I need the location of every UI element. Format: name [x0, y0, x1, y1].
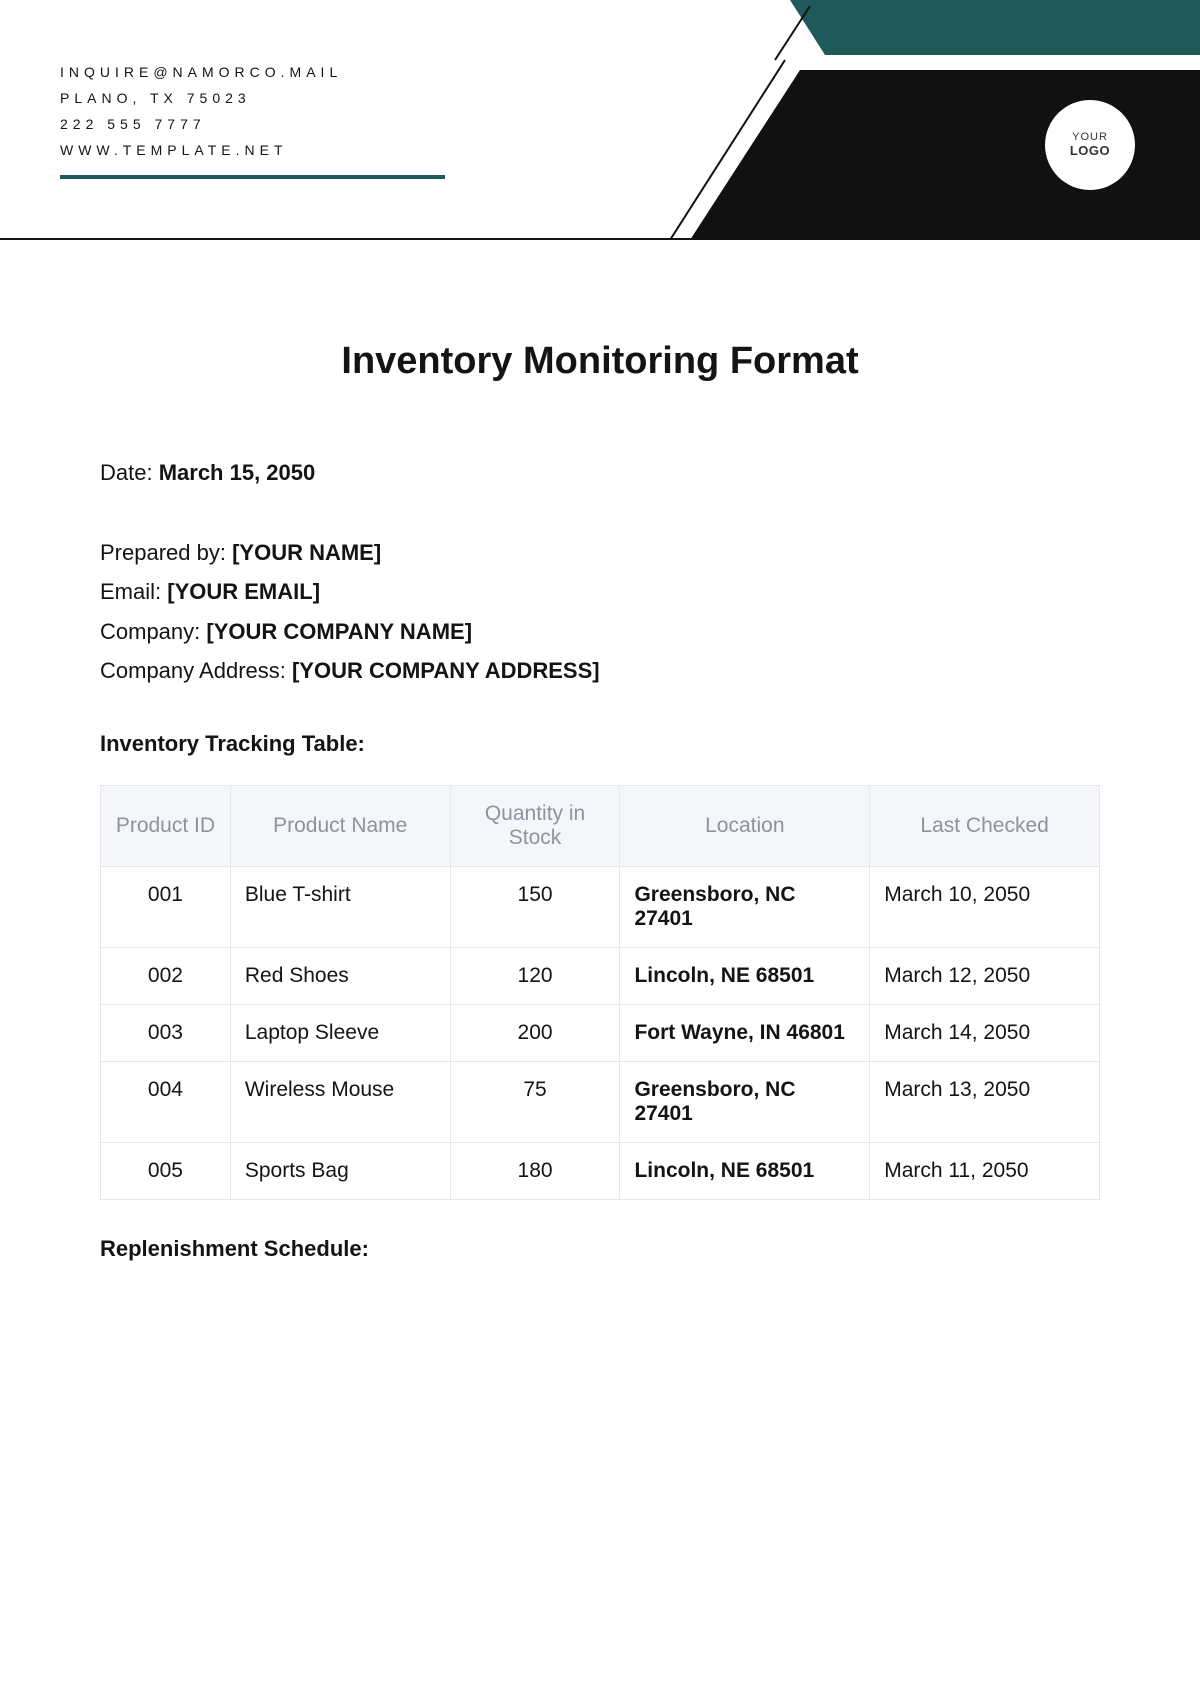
cell-location: Greensboro, NC 27401	[620, 866, 870, 947]
email-label: Email:	[100, 579, 167, 604]
table-row: 002Red Shoes120Lincoln, NE 68501March 12…	[101, 947, 1100, 1004]
inventory-tbody: 001Blue T-shirt150Greensboro, NC 27401Ma…	[101, 866, 1100, 1199]
cell-location: Lincoln, NE 68501	[620, 1142, 870, 1199]
cell-product-id: 004	[101, 1061, 231, 1142]
cell-last-checked: March 10, 2050	[870, 866, 1100, 947]
company-label: Company:	[100, 619, 206, 644]
cell-quantity: 150	[450, 866, 620, 947]
cell-product-name: Red Shoes	[230, 947, 450, 1004]
cell-product-id: 005	[101, 1142, 231, 1199]
table-row: 001Blue T-shirt150Greensboro, NC 27401Ma…	[101, 866, 1100, 947]
cell-last-checked: March 13, 2050	[870, 1061, 1100, 1142]
cell-product-name: Blue T-shirt	[230, 866, 450, 947]
prepared-by-value: [YOUR NAME]	[232, 540, 381, 565]
cell-quantity: 200	[450, 1004, 620, 1061]
th-product-name: Product Name	[230, 785, 450, 866]
contact-phone: 222 555 7777	[60, 112, 342, 138]
contact-address: PLANO, TX 75023	[60, 86, 342, 112]
th-last-checked: Last Checked	[870, 785, 1100, 866]
cell-quantity: 120	[450, 947, 620, 1004]
table-row: 005Sports Bag180Lincoln, NE 68501March 1…	[101, 1142, 1100, 1199]
company-value: [YOUR COMPANY NAME]	[206, 619, 472, 644]
cell-quantity: 180	[450, 1142, 620, 1199]
th-product-id: Product ID	[101, 785, 231, 866]
page-title: Inventory Monitoring Format	[100, 340, 1100, 383]
cell-product-id: 002	[101, 947, 231, 1004]
cell-product-id: 003	[101, 1004, 231, 1061]
cell-location: Fort Wayne, IN 46801	[620, 1004, 870, 1061]
th-quantity: Quantity in Stock	[450, 785, 620, 866]
cell-quantity: 75	[450, 1061, 620, 1142]
replenishment-section-label: Replenishment Schedule:	[100, 1236, 1100, 1262]
contact-underline	[60, 175, 445, 179]
contact-email: INQUIRE@NAMORCO.MAIL	[60, 60, 342, 86]
table-row: 003Laptop Sleeve200Fort Wayne, IN 46801M…	[101, 1004, 1100, 1061]
table-row: 004Wireless Mouse75Greensboro, NC 27401M…	[101, 1061, 1100, 1142]
cell-last-checked: March 11, 2050	[870, 1142, 1100, 1199]
contact-info: INQUIRE@NAMORCO.MAIL PLANO, TX 75023 222…	[60, 60, 342, 164]
prepared-by-block: Prepared by: [YOUR NAME] Email: [YOUR EM…	[100, 533, 1100, 691]
inventory-table: Product ID Product Name Quantity in Stoc…	[100, 785, 1100, 1200]
cell-product-name: Wireless Mouse	[230, 1061, 450, 1142]
prepared-by-label: Prepared by:	[100, 540, 232, 565]
th-location: Location	[620, 785, 870, 866]
address-value: [YOUR COMPANY ADDRESS]	[292, 658, 600, 683]
cell-product-id: 001	[101, 866, 231, 947]
inventory-section-label: Inventory Tracking Table:	[100, 731, 1100, 757]
cell-last-checked: March 14, 2050	[870, 1004, 1100, 1061]
cell-product-name: Sports Bag	[230, 1142, 450, 1199]
cell-product-name: Laptop Sleeve	[230, 1004, 450, 1061]
email-value: [YOUR EMAIL]	[167, 579, 320, 604]
cell-location: Lincoln, NE 68501	[620, 947, 870, 1004]
date-value: March 15, 2050	[159, 460, 316, 485]
table-header-row: Product ID Product Name Quantity in Stoc…	[101, 785, 1100, 866]
cell-last-checked: March 12, 2050	[870, 947, 1100, 1004]
address-label: Company Address:	[100, 658, 292, 683]
contact-website: WWW.TEMPLATE.NET	[60, 138, 342, 164]
logo-placeholder: YOUR LOGO	[1045, 100, 1135, 190]
date-block: Date: March 15, 2050	[100, 453, 1100, 493]
cell-location: Greensboro, NC 27401	[620, 1061, 870, 1142]
date-label: Date:	[100, 460, 159, 485]
document-body: Inventory Monitoring Format Date: March …	[0, 240, 1200, 1262]
letterhead-header: INQUIRE@NAMORCO.MAIL PLANO, TX 75023 222…	[0, 0, 1200, 240]
logo-text-line1: YOUR	[1072, 131, 1108, 144]
logo-text-line2: LOGO	[1070, 144, 1110, 159]
